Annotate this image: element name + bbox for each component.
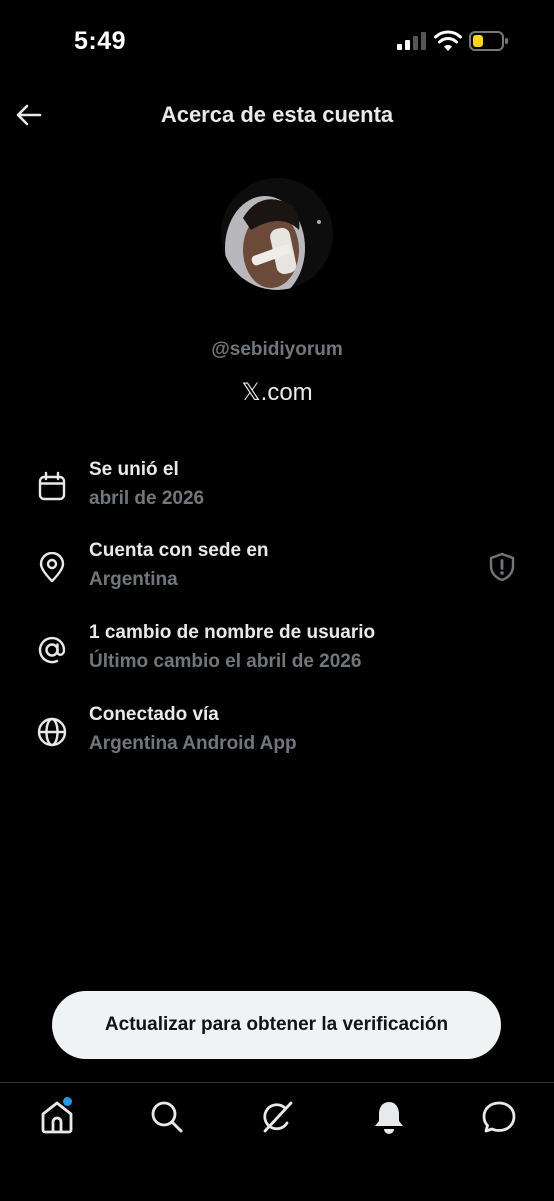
connected-via-row: Conectado vía Argentina Android App — [0, 704, 554, 768]
profile-handle: @sebidiyorum — [211, 339, 343, 360]
at-sign-icon — [38, 636, 66, 664]
page-title: Acerca de esta cuenta — [160, 102, 394, 127]
location-label: Cuenta con sede en — [89, 540, 269, 561]
tab-messages[interactable] — [479, 1097, 519, 1137]
connected-via-label: Conectado vía — [89, 704, 219, 725]
joined-value: abril de 2026 — [89, 488, 205, 509]
wifi-icon — [434, 30, 462, 51]
notification-dot — [63, 1097, 72, 1106]
profile-avatar[interactable] — [221, 178, 333, 290]
username-change-label: 1 cambio de nombre de usuario — [89, 622, 376, 643]
tab-home[interactable] — [37, 1097, 77, 1137]
status-bar: 5:49 — [0, 0, 554, 80]
location-row: Cuenta con sede en Argentina — [0, 540, 554, 604]
grok-icon — [263, 1101, 293, 1133]
get-verified-button[interactable]: Actualizar para obtener la verificación — [52, 991, 501, 1059]
joined-label: Se unió el — [89, 459, 179, 480]
username-change-value: Último cambio el abril de 2026 — [89, 651, 362, 672]
search-icon — [151, 1101, 183, 1133]
bottom-tab-bar — [0, 1082, 554, 1201]
calendar-icon — [38, 471, 66, 501]
location-pin-icon — [39, 552, 65, 583]
joined-row: Se unió el abril de 2026 — [0, 459, 554, 523]
username-change-row: 1 cambio de nombre de usuario Último cam… — [0, 622, 554, 686]
battery-icon — [469, 31, 508, 51]
top-bar: Acerca de esta cuenta — [0, 90, 554, 140]
messages-icon — [482, 1101, 516, 1133]
status-time: 5:49 — [74, 27, 127, 55]
shield-icon[interactable] — [487, 552, 517, 582]
location-value: Argentina — [89, 569, 178, 590]
connected-via-value: Argentina Android App — [89, 733, 297, 754]
cellular-signal-icon — [397, 32, 426, 50]
tab-search[interactable] — [147, 1097, 187, 1137]
tab-grok[interactable] — [257, 1097, 297, 1137]
profile-site[interactable]: 𝕏.com — [0, 378, 554, 407]
tab-notifications[interactable] — [369, 1097, 409, 1137]
globe-icon — [37, 717, 67, 747]
notifications-icon — [375, 1102, 403, 1134]
